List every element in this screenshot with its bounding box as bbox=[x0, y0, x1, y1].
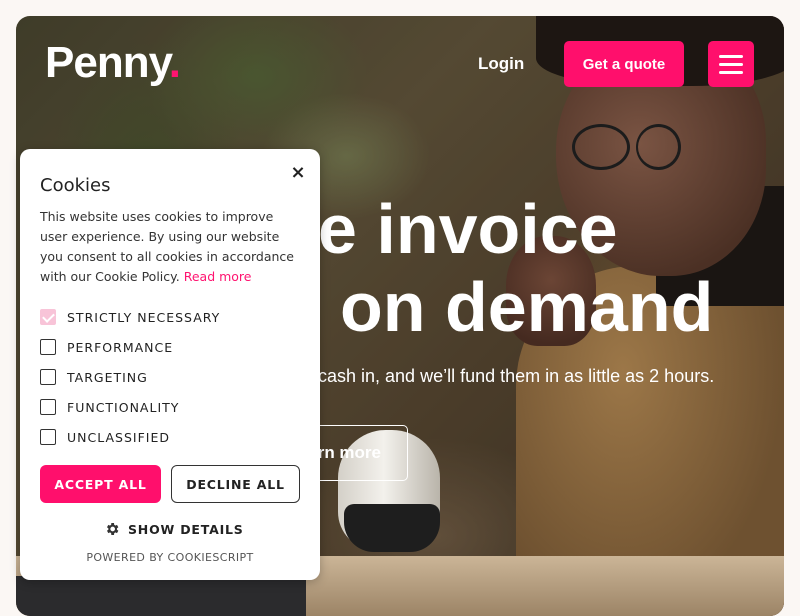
category-strictly-necessary[interactable]: STRICTLY NECESSARY bbox=[40, 307, 220, 327]
brand-logo[interactable]: Penny. bbox=[45, 38, 181, 88]
category-label: FUNCTIONALITY bbox=[67, 399, 180, 415]
hero-headline-line1: e invoice bbox=[318, 190, 618, 268]
checkbox-performance[interactable] bbox=[40, 339, 56, 355]
category-label: UNCLASSIFIED bbox=[67, 429, 170, 445]
gear-icon bbox=[107, 523, 119, 535]
hero-subtext: cash in, and we’ll fund them in as littl… bbox=[318, 366, 715, 386]
decline-all-button[interactable]: DECLINE ALL bbox=[171, 465, 300, 503]
read-more-link[interactable]: Read more bbox=[184, 269, 252, 284]
login-link[interactable]: Login bbox=[478, 54, 524, 74]
accept-all-button[interactable]: ACCEPT ALL bbox=[40, 465, 161, 503]
cookie-description: This website uses cookies to improve use… bbox=[40, 207, 302, 287]
hamburger-icon bbox=[719, 63, 743, 66]
hero-headline-line2: on demand bbox=[340, 268, 714, 346]
category-targeting[interactable]: TARGETING bbox=[40, 367, 148, 387]
hamburger-icon bbox=[719, 71, 743, 74]
powered-by-label: POWERED BY COOKIESCRIPT bbox=[86, 551, 254, 564]
laptop bbox=[16, 576, 306, 616]
checkbox-unclassified[interactable] bbox=[40, 429, 56, 445]
brand-name: Penny bbox=[45, 38, 170, 87]
category-label: STRICTLY NECESSARY bbox=[67, 309, 221, 325]
category-label: PERFORMANCE bbox=[67, 339, 174, 355]
glasses-right bbox=[636, 124, 681, 170]
cookie-title: Cookies bbox=[40, 175, 111, 196]
get-quote-button[interactable]: Get a quote bbox=[564, 41, 684, 87]
checkbox-targeting[interactable] bbox=[40, 369, 56, 385]
show-details-button[interactable]: SHOW DETAILS bbox=[104, 521, 244, 537]
glasses-left bbox=[572, 124, 630, 170]
hamburger-icon bbox=[719, 55, 743, 58]
close-icon[interactable]: × bbox=[288, 163, 308, 183]
category-functionality[interactable]: FUNCTIONALITY bbox=[40, 397, 179, 417]
show-details-label: SHOW DETAILS bbox=[128, 521, 244, 537]
checkbox-functionality[interactable] bbox=[40, 399, 56, 415]
menu-button[interactable] bbox=[708, 41, 754, 87]
category-unclassified[interactable]: UNCLASSIFIED bbox=[40, 427, 170, 447]
checkbox-strictly-necessary[interactable] bbox=[40, 309, 56, 325]
cookie-description-text: This website uses cookies to improve use… bbox=[40, 209, 294, 284]
category-label: TARGETING bbox=[67, 369, 148, 385]
coffee-cup-base bbox=[344, 504, 440, 552]
brand-dot: . bbox=[168, 38, 181, 87]
category-performance[interactable]: PERFORMANCE bbox=[40, 337, 173, 357]
learn-more-label: rn more bbox=[317, 443, 381, 462]
cookie-dialog: Cookies × This website uses cookies to i… bbox=[20, 149, 320, 580]
